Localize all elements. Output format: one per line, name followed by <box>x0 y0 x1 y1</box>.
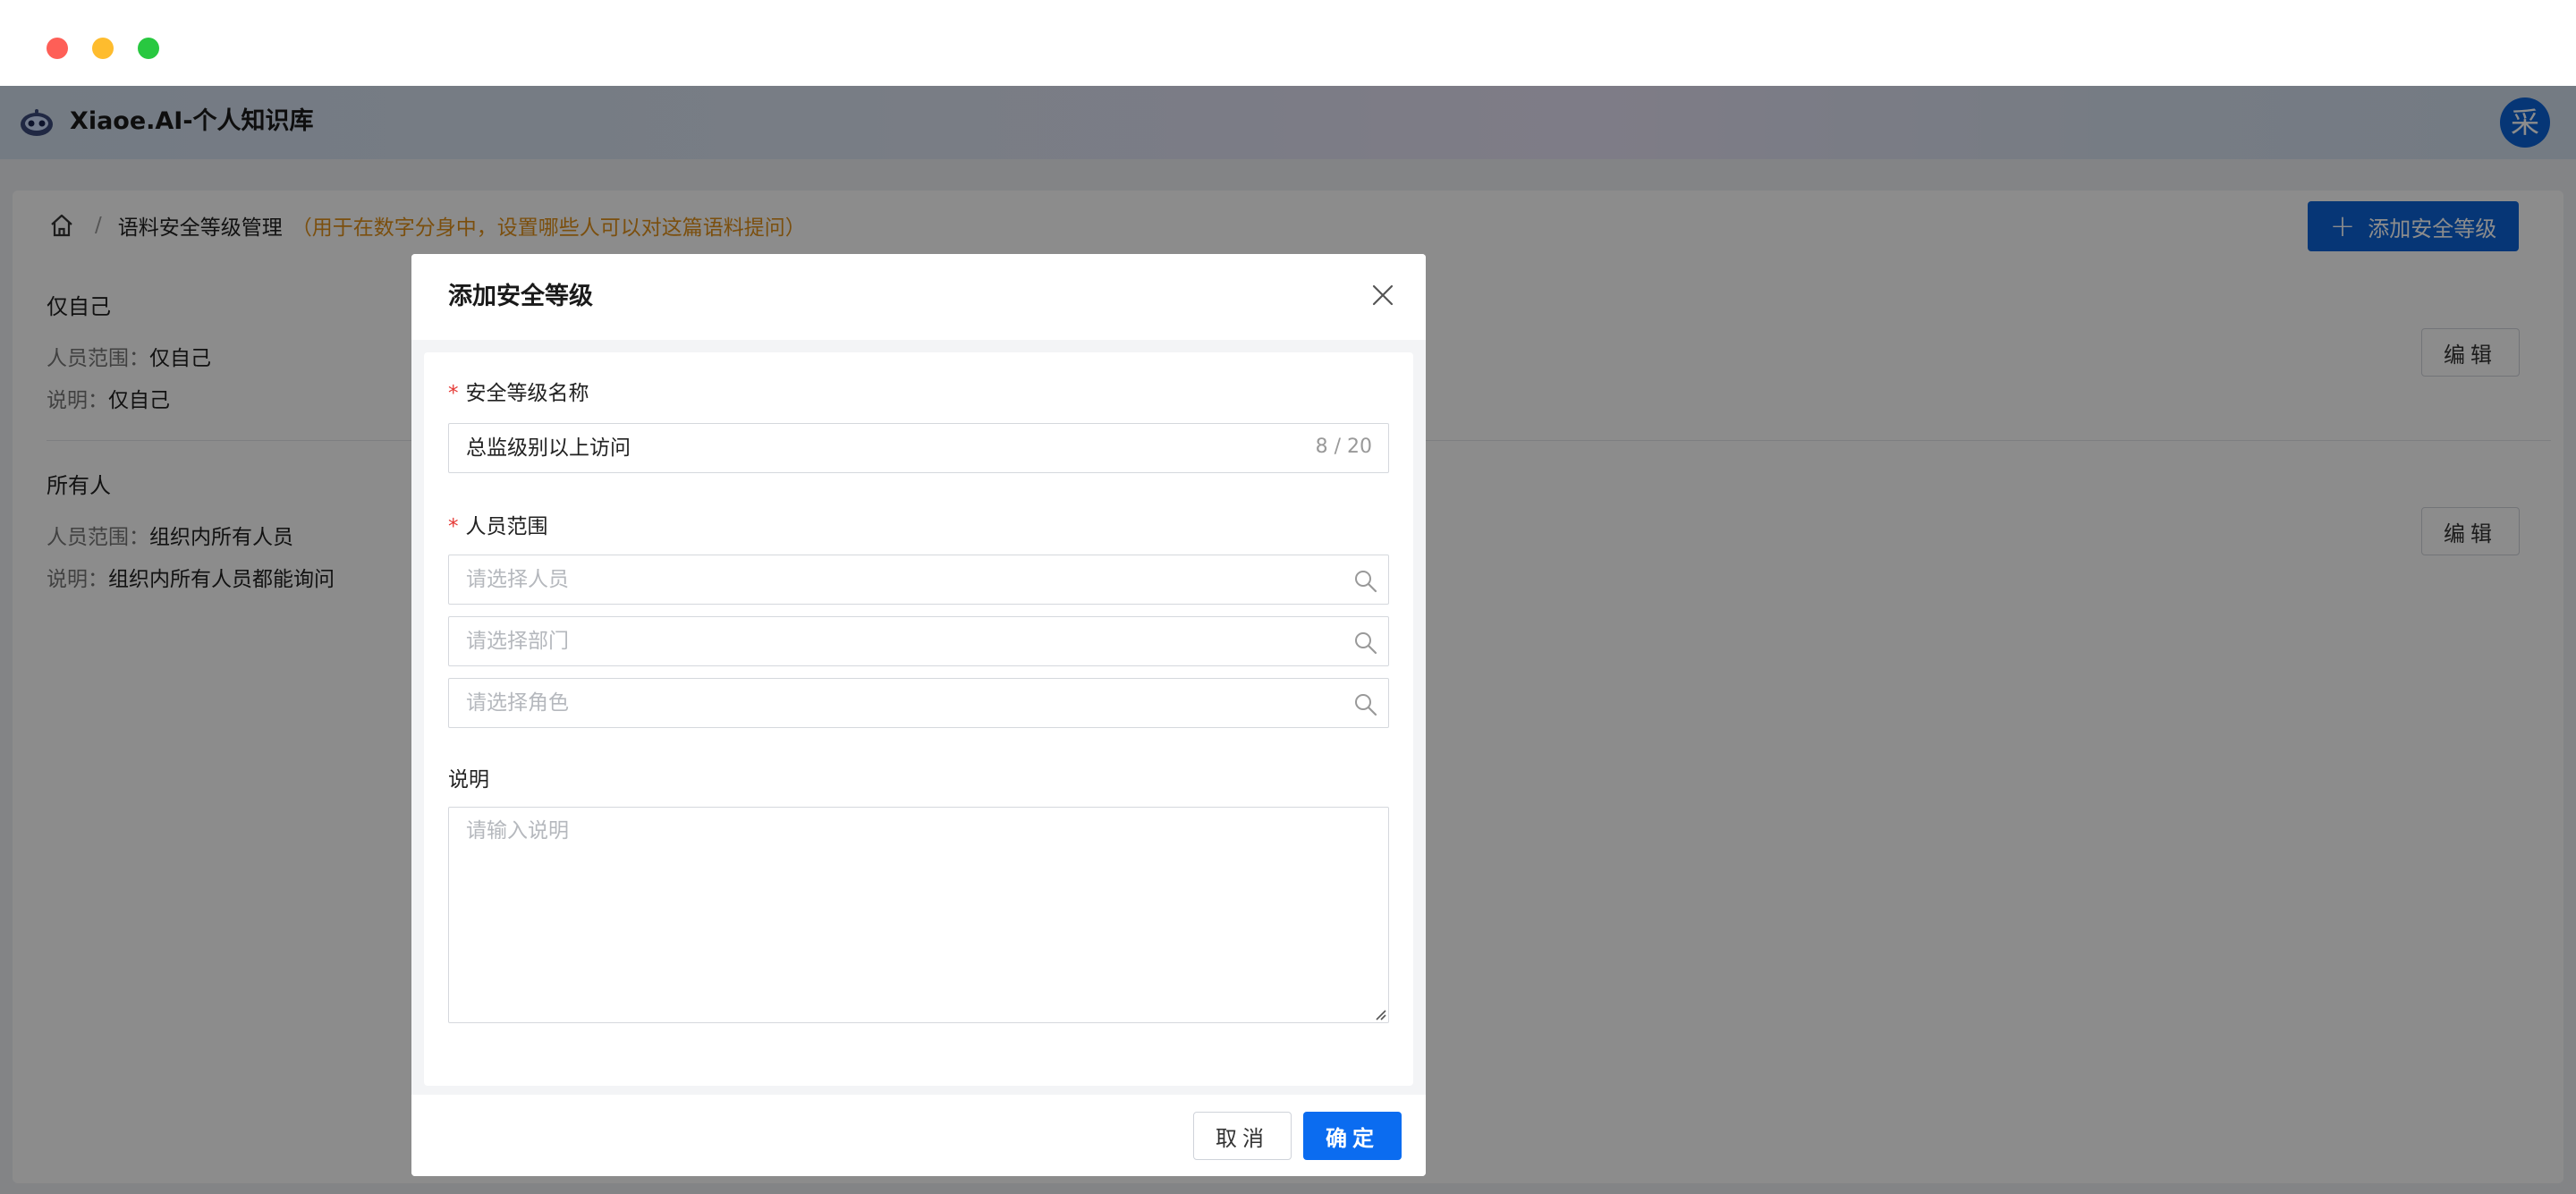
dialog-header: 添加安全等级 <box>411 254 1426 340</box>
window-close-dot[interactable] <box>47 38 68 59</box>
name-input-value: 总监级别以上访问 <box>466 436 631 460</box>
add-security-level-dialog: 添加安全等级 * 安全等级名称 总监级别以上访问 8 / 20 * 人员范围 请选择… <box>411 254 1426 1176</box>
select-department-input[interactable]: 请选择部门 <box>448 616 1389 666</box>
description-placeholder: 请输入说明 <box>466 819 569 843</box>
search-icon <box>1355 571 1377 593</box>
window-titlebar <box>0 0 2576 86</box>
confirm-button[interactable]: 确定 <box>1303 1112 1402 1160</box>
window-maximize-dot[interactable] <box>138 38 159 59</box>
department-placeholder: 请选择部门 <box>466 630 569 653</box>
resize-handle-icon[interactable] <box>1372 1006 1386 1020</box>
person-placeholder: 请选择人员 <box>466 568 569 591</box>
description-field-label: 说明 <box>448 768 489 792</box>
name-label-text: 安全等级名称 <box>465 382 589 405</box>
required-mark: * <box>448 382 459 405</box>
select-role-input[interactable]: 请选择角色 <box>448 678 1389 728</box>
role-placeholder: 请选择角色 <box>466 691 569 715</box>
cancel-button[interactable]: 取消 <box>1193 1112 1292 1160</box>
required-mark: * <box>448 515 459 538</box>
search-icon <box>1355 632 1377 655</box>
close-icon[interactable] <box>1370 283 1395 308</box>
security-level-name-input[interactable]: 总监级别以上访问 8 / 20 <box>448 423 1389 473</box>
scope-label-text: 人员范围 <box>465 515 548 538</box>
select-person-input[interactable]: 请选择人员 <box>448 555 1389 605</box>
name-field-label: * 安全等级名称 <box>448 379 589 408</box>
description-textarea[interactable]: 请输入说明 <box>448 807 1389 1023</box>
name-char-counter: 8 / 20 <box>1315 436 1372 458</box>
search-icon <box>1355 694 1377 716</box>
dialog-title: 添加安全等级 <box>448 283 593 310</box>
window-minimize-dot[interactable] <box>92 38 114 59</box>
scope-field-label: * 人员范围 <box>448 512 548 541</box>
dialog-footer: 取消 确定 <box>411 1095 1426 1176</box>
dialog-body: * 安全等级名称 总监级别以上访问 8 / 20 * 人员范围 请选择人员 请选择部… <box>424 352 1413 1086</box>
